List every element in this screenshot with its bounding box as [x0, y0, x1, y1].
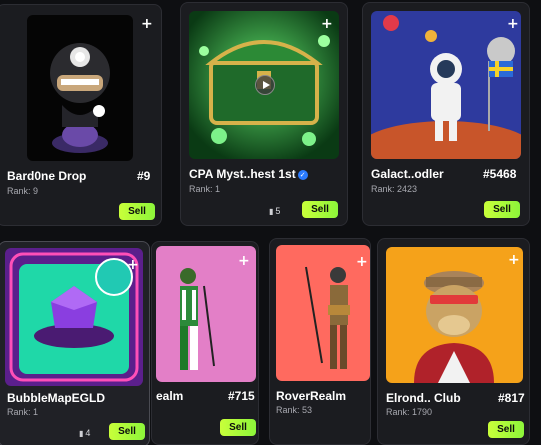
add-icon[interactable]: + [356, 255, 368, 269]
nft-card[interactable]: + BubbleMapEGLD Rank: 1 ▮ 4 Sell [0, 241, 150, 445]
verified-badge-icon: ✓ [297, 170, 308, 180]
nft-image[interactable] [386, 247, 523, 383]
nft-card[interactable]: + Elrond.. Club #817 Rank: 1790 Sell [377, 238, 530, 445]
nft-rank: Rank: 9 [7, 186, 39, 196]
owned-count-value: 4 [85, 428, 91, 438]
nft-name: BubbleMapEGLD [7, 391, 105, 405]
nft-rank: Rank: 2423 [371, 184, 418, 194]
add-icon[interactable]: + [508, 253, 520, 267]
nft-card[interactable]: + Bard0ne Drop #9 Rank: 9 Sell [0, 4, 162, 226]
nft-name: RoverRealm [276, 389, 347, 403]
add-icon[interactable]: + [507, 17, 519, 31]
nft-name: ealm [156, 389, 184, 403]
owned-count: ▮ 5 [269, 206, 280, 216]
nft-artwork [371, 11, 521, 159]
nft-rank: Rank: 1 [189, 184, 221, 194]
nft-artwork [27, 15, 133, 161]
nft-card[interactable]: + ealm #715 Sell [151, 241, 259, 445]
nft-number: #5468 [483, 167, 517, 181]
sell-button[interactable]: Sell [220, 419, 256, 436]
add-icon[interactable]: + [238, 254, 250, 268]
stack-icon: ▮ [269, 207, 274, 216]
nft-image[interactable] [27, 15, 133, 161]
nft-name: Elrond.. Club [386, 391, 461, 405]
nft-number: #715 [228, 389, 255, 403]
nft-number: #9 [137, 169, 151, 183]
nft-number: #817 [498, 391, 525, 405]
sell-button[interactable]: Sell [488, 421, 524, 438]
nft-name: CPA Myst..hest 1st ✓ [189, 167, 308, 181]
nft-card[interactable]: + Galact..odler #5468 Rank: 2423 Sell [362, 2, 530, 226]
nft-name: Bard0ne Drop [7, 169, 87, 183]
stack-icon: ▮ [79, 429, 84, 438]
add-icon[interactable]: + [141, 17, 153, 31]
nft-card[interactable]: + RoverRealm Rank: 53 [269, 238, 371, 445]
play-icon[interactable] [255, 75, 275, 95]
sell-button[interactable]: Sell [302, 201, 338, 218]
nft-artwork [386, 247, 523, 383]
nft-name-text: CPA Myst..hest 1st [189, 167, 296, 181]
nft-name: Galact..odler [371, 167, 444, 181]
owned-count: ▮ 4 [79, 428, 90, 438]
sell-button[interactable]: Sell [119, 203, 155, 220]
owned-count-value: 5 [275, 206, 281, 216]
nft-card[interactable]: + CPA Myst..hest 1st ✓ Rank: 1 ▮ 5 Sell [180, 2, 348, 226]
add-icon[interactable]: + [127, 258, 139, 272]
add-icon[interactable]: + [321, 17, 333, 31]
nft-rank: Rank: 53 [276, 405, 313, 415]
nft-image[interactable] [371, 11, 521, 159]
nft-rank: Rank: 1790 [386, 407, 433, 417]
nft-rank: Rank: 1 [7, 407, 39, 417]
sell-button[interactable]: Sell [484, 201, 520, 218]
sell-button[interactable]: Sell [109, 423, 145, 440]
